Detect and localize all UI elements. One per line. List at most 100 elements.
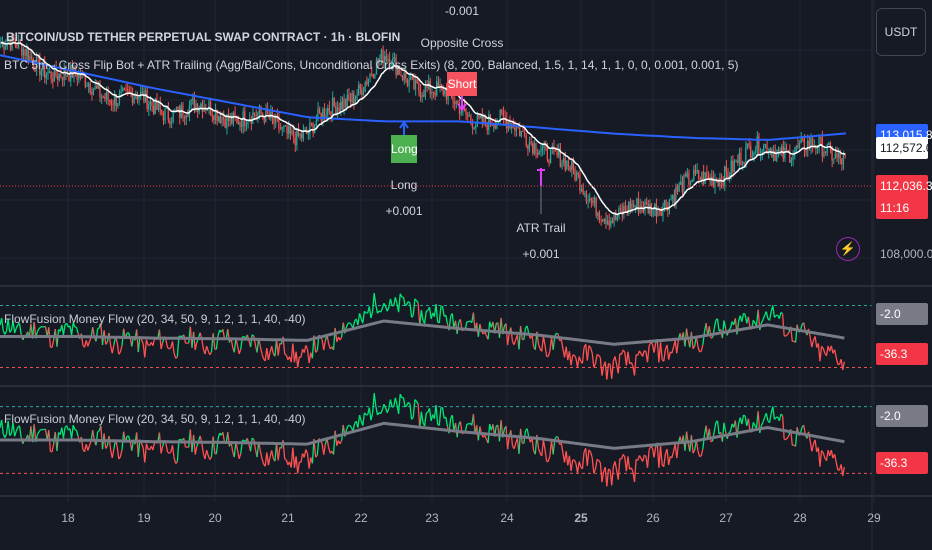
- candle-body: [486, 123, 488, 131]
- candle-body: [624, 205, 626, 210]
- candle-body: [662, 206, 664, 216]
- candle-body: [349, 99, 352, 103]
- money-flow-segment: [833, 349, 837, 358]
- candle-body: [423, 95, 425, 97]
- money-flow-segment: [721, 320, 725, 339]
- candle-body: [745, 147, 747, 163]
- pane1-title[interactable]: FlowFusion Money Flow (20, 34, 50, 9, 1.…: [4, 312, 305, 326]
- pane2-title[interactable]: FlowFusion Money Flow (20, 34, 50, 9, 1.…: [4, 412, 305, 426]
- candle-body: [693, 169, 695, 181]
- candle-body: [247, 122, 249, 126]
- candle-body: [784, 147, 786, 159]
- candle-body: [185, 116, 187, 119]
- candle-body: [548, 159, 550, 164]
- candle-body: [86, 86, 88, 88]
- candle-body: [196, 103, 199, 112]
- money-flow-segment: [741, 313, 745, 322]
- x-tick-label: 22: [354, 511, 368, 525]
- money-flow-segment: [308, 457, 312, 469]
- candle-body: [657, 209, 659, 217]
- money-flow-segment: [445, 416, 449, 427]
- candle-body: [660, 211, 662, 216]
- candle-body: [525, 136, 527, 146]
- money-flow-segment: [423, 311, 427, 324]
- candle-body: [577, 172, 579, 175]
- candle-body: [832, 158, 835, 161]
- candle-body: [232, 112, 234, 124]
- opposite-cross-value: -0.001: [444, 4, 480, 18]
- candle-body: [579, 174, 581, 191]
- candle-body: [424, 85, 426, 97]
- x-tick-label: 26: [646, 511, 660, 525]
- candle-body: [24, 49, 26, 56]
- flash-icon[interactable]: ⚡: [836, 237, 860, 261]
- candle-body: [567, 160, 570, 168]
- candle-body: [107, 92, 109, 101]
- candle-body: [161, 109, 163, 114]
- candle-body: [597, 212, 599, 216]
- candle-body: [592, 200, 594, 204]
- money-flow-segment: [165, 443, 169, 453]
- money-flow-segment: [397, 293, 401, 313]
- candle-body: [416, 79, 418, 83]
- candle-body: [515, 126, 517, 131]
- money-flow-segment: [323, 444, 327, 455]
- currency-button[interactable]: USDT: [876, 8, 926, 56]
- money-flow-segment: [305, 345, 309, 350]
- symbol-title: BITCOIN/USD TETHER PERPETUAL SWAP CONTRA…: [6, 30, 401, 44]
- candle-body: [676, 186, 679, 192]
- money-flow-segment: [345, 322, 349, 327]
- money-flow-segment: [716, 318, 720, 332]
- money-flow-segment: [570, 459, 574, 472]
- money-flow-segment: [743, 312, 746, 315]
- money-flow-segment: [345, 425, 349, 430]
- candle-body: [138, 96, 140, 100]
- candle-body: [637, 198, 639, 213]
- candle-body: [426, 85, 428, 89]
- money-flow-segment: [261, 458, 265, 465]
- candle-body: [636, 198, 638, 207]
- candle-body: [118, 93, 120, 104]
- money-flow-segment: [560, 339, 564, 349]
- money-flow-segment: [786, 331, 790, 335]
- candle-body: [344, 99, 347, 107]
- candle-body: [706, 172, 708, 177]
- money-flow-segment: [526, 428, 530, 438]
- strategy-title[interactable]: BTC 5m - Cross Flip Bot + ATR Trailing (…: [4, 58, 738, 72]
- candle-body: [200, 103, 202, 108]
- candle-body: [4, 46, 7, 50]
- candle-body: [805, 150, 807, 152]
- money-flow-segment: [599, 357, 603, 376]
- candle-body: [606, 220, 609, 224]
- fast-ma-price-tag: 112,572.0: [876, 137, 932, 159]
- money-flow-segment: [596, 353, 600, 357]
- candle-body: [741, 162, 744, 165]
- candle-body: [527, 145, 529, 150]
- money-flow-segment: [842, 361, 846, 371]
- candle-body: [644, 201, 646, 212]
- candle-body: [211, 114, 213, 116]
- candle-body: [170, 121, 173, 125]
- money-flow-segment: [830, 345, 834, 354]
- candle-body: [310, 122, 312, 124]
- candle-body: [694, 169, 696, 174]
- money-flow-segment: [111, 448, 115, 459]
- x-tick-label: 29: [867, 511, 881, 525]
- candle-body: [466, 114, 469, 116]
- candle-body: [556, 151, 558, 156]
- money-flow-segment: [425, 411, 429, 414]
- candle-body: [133, 97, 135, 103]
- candle-body: [289, 126, 291, 134]
- money-flow-segment: [394, 397, 398, 405]
- candle-body: [206, 109, 208, 111]
- candle-body: [60, 73, 62, 78]
- money-flow-segment: [201, 442, 205, 454]
- candle-body: [364, 82, 366, 92]
- money-flow-segment: [438, 407, 442, 426]
- money-flow-segment: [75, 430, 79, 437]
- money-flow-segment: [368, 306, 372, 319]
- candle-body: [287, 126, 290, 134]
- money-flow-segment: [506, 436, 510, 450]
- candle-body: [655, 203, 657, 217]
- money-flow-segment: [710, 336, 713, 339]
